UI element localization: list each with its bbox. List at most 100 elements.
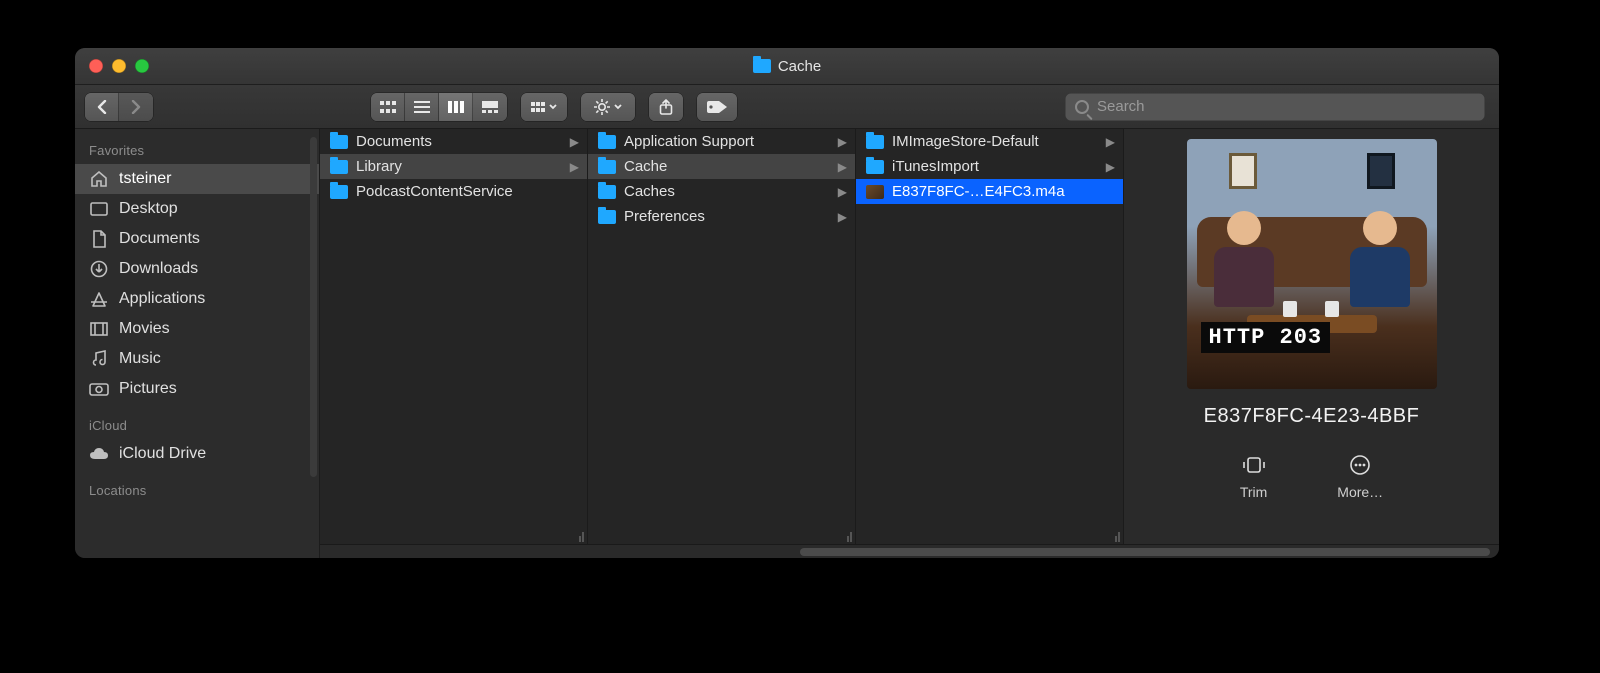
preview-filename: E837F8FC-4E23-4BBF <box>1204 405 1420 428</box>
search-input[interactable] <box>1097 98 1475 115</box>
list-item[interactable]: PodcastContentService <box>320 179 587 204</box>
item-label: Cache <box>624 158 667 175</box>
view-gallery-button[interactable] <box>473 93 507 121</box>
minimize-button[interactable] <box>112 59 126 73</box>
trim-label: Trim <box>1240 484 1267 500</box>
sidebar-item-label: iCloud Drive <box>119 445 206 463</box>
item-label: Library <box>356 158 402 175</box>
zoom-button[interactable] <box>135 59 149 73</box>
action-group <box>581 93 635 121</box>
more-icon <box>1349 454 1371 476</box>
list-item[interactable]: iTunesImport ▶ <box>856 154 1123 179</box>
column-resize-handle[interactable] <box>1115 532 1121 542</box>
list-item[interactable]: Caches ▶ <box>588 179 855 204</box>
list-item[interactable]: E837F8FC-…E4FC3.m4a <box>856 179 1123 204</box>
movie-icon <box>89 320 109 338</box>
folder-icon <box>598 135 616 149</box>
folder-icon <box>330 135 348 149</box>
sidebar-item-movies[interactable]: Movies <box>75 314 319 344</box>
view-icon-button[interactable] <box>371 93 405 121</box>
view-mode-group <box>371 93 507 121</box>
sidebar-item-music[interactable]: Music <box>75 344 319 374</box>
column-resize-handle[interactable] <box>579 532 585 542</box>
list-item[interactable]: Preferences ▶ <box>588 204 855 229</box>
list-item[interactable]: Documents ▶ <box>320 129 587 154</box>
section-favorites: Favorites <box>75 139 319 164</box>
item-label: Preferences <box>624 208 705 225</box>
forward-button[interactable] <box>119 93 153 121</box>
item-label: Caches <box>624 183 675 200</box>
folder-icon <box>598 185 616 199</box>
list-item[interactable]: Cache ▶ <box>588 154 855 179</box>
chevron-right-icon: ▶ <box>838 160 847 174</box>
doc-icon <box>89 230 109 248</box>
share-group <box>649 93 683 121</box>
sidebar-item-tsteiner[interactable]: tsteiner <box>75 164 319 194</box>
item-label: IMImageStore-Default <box>892 133 1039 150</box>
sidebar-scrollbar[interactable] <box>310 137 317 477</box>
preview-thumbnail[interactable]: HTTP 203 <box>1187 139 1437 389</box>
item-label: E837F8FC-…E4FC3.m4a <box>892 183 1065 200</box>
trim-icon <box>1241 454 1267 476</box>
download-icon <box>89 260 109 278</box>
sidebar-item-documents[interactable]: Documents <box>75 224 319 254</box>
list-item[interactable]: IMImageStore-Default ▶ <box>856 129 1123 154</box>
item-label: iTunesImport <box>892 158 979 175</box>
view-list-button[interactable] <box>405 93 439 121</box>
home-icon <box>89 170 109 188</box>
trim-button[interactable]: Trim <box>1240 454 1267 500</box>
action-menu-button[interactable] <box>581 93 635 121</box>
window-title: Cache <box>75 48 1499 84</box>
folder-icon <box>753 59 771 73</box>
sidebar-item-label: Applications <box>119 290 205 308</box>
chevron-right-icon: ▶ <box>838 135 847 149</box>
sidebar-item-label: Pictures <box>119 380 177 398</box>
folder-icon <box>598 210 616 224</box>
more-label: More… <box>1337 484 1383 500</box>
sidebar-item-applications[interactable]: Applications <box>75 284 319 314</box>
tags-button[interactable] <box>697 93 737 121</box>
arrange-group <box>521 93 567 121</box>
item-label: PodcastContentService <box>356 183 513 200</box>
sidebar-item-pictures[interactable]: Pictures <box>75 374 319 404</box>
view-columns-button[interactable] <box>439 93 473 121</box>
columns-area: Documents ▶ Library ▶ PodcastContentServ… <box>320 129 1499 558</box>
more-button[interactable]: More… <box>1337 454 1383 500</box>
chevron-right-icon: ▶ <box>838 185 847 199</box>
folder-icon <box>866 160 884 174</box>
chevron-right-icon: ▶ <box>570 135 579 149</box>
sidebar-item-desktop[interactable]: Desktop <box>75 194 319 224</box>
scrollbar-thumb[interactable] <box>800 548 1490 556</box>
search-icon <box>1075 100 1089 114</box>
horizontal-scrollbar[interactable] <box>320 544 1499 558</box>
sidebar-item-icloud-drive[interactable]: iCloud Drive <box>75 439 319 469</box>
preview-actions: Trim More… <box>1240 454 1383 500</box>
sidebar-item-downloads[interactable]: Downloads <box>75 254 319 284</box>
sidebar-item-label: Movies <box>119 320 170 338</box>
column-resize-handle[interactable] <box>847 532 853 542</box>
nav-group <box>85 93 153 121</box>
back-button[interactable] <box>85 93 119 121</box>
titlebar: Cache <box>75 48 1499 85</box>
share-button[interactable] <box>649 93 683 121</box>
close-button[interactable] <box>89 59 103 73</box>
column-2: Application Support ▶ Cache ▶ Caches ▶ <box>588 129 856 544</box>
search-field[interactable] <box>1065 93 1485 121</box>
sidebar-item-label: tsteiner <box>119 170 171 188</box>
share-icon <box>659 99 673 115</box>
window-title-text: Cache <box>778 58 821 75</box>
music-icon <box>89 350 109 368</box>
desktop-icon <box>89 200 109 218</box>
chevron-down-icon <box>549 104 557 110</box>
list-item[interactable]: Library ▶ <box>320 154 587 179</box>
column-3: IMImageStore-Default ▶ iTunesImport ▶ E8… <box>856 129 1124 544</box>
folder-icon <box>330 185 348 199</box>
item-label: Documents <box>356 133 432 150</box>
chevron-right-icon: ▶ <box>838 210 847 224</box>
list-item[interactable]: Application Support ▶ <box>588 129 855 154</box>
arrange-button[interactable] <box>521 93 567 121</box>
sidebar-item-label: Desktop <box>119 200 178 218</box>
sidebar-item-label: Downloads <box>119 260 198 278</box>
apps-icon <box>89 290 109 308</box>
artwork-image: HTTP 203 <box>1187 139 1437 389</box>
